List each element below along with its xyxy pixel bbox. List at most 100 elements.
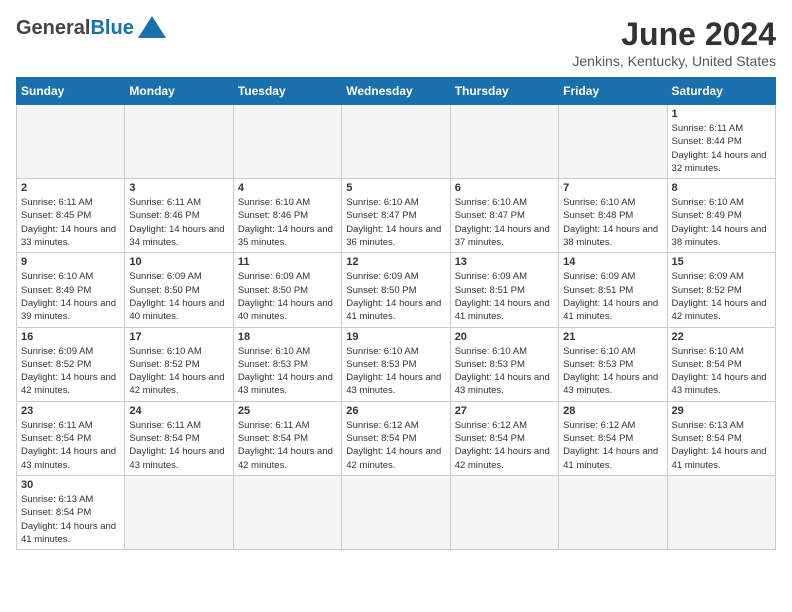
- calendar-cell: 5Sunrise: 6:10 AM Sunset: 8:47 PM Daylig…: [342, 179, 450, 253]
- day-info: Sunrise: 6:10 AM Sunset: 8:49 PM Dayligh…: [21, 270, 120, 323]
- calendar-table: Sunday Monday Tuesday Wednesday Thursday…: [16, 77, 776, 550]
- day-number: 25: [238, 405, 337, 417]
- calendar-cell: 8 Sunrise: 6:10 AM Sunset: 8:49 PM Daylig…: [667, 179, 775, 253]
- header-friday: Friday: [559, 78, 667, 105]
- location-title: Jenkins, Kentucky, United States: [572, 53, 776, 69]
- day-info: Sunrise: 6:12 AM Sunset: 8:54 PM Dayligh…: [455, 419, 554, 472]
- day-number: 18: [238, 331, 337, 343]
- day-number: 11: [238, 256, 337, 268]
- calendar-cell: 29 Sunrise: 6:13 AM Sunset: 8:54 PM Dayli…: [667, 401, 775, 475]
- day-info: Sunrise: 6:10 AM Sunset: 8:48 PM Dayligh…: [563, 196, 662, 249]
- calendar-cell: 15 Sunrise: 6:09 AM Sunset: 8:52 PM Dayli…: [667, 253, 775, 327]
- day-number: 27: [455, 405, 554, 417]
- day-number: 2: [21, 182, 120, 194]
- calendar-cell: 24 Sunrise: 6:11 AM Sunset: 8:54 PM Dayli…: [125, 401, 233, 475]
- calendar-cell: [233, 105, 341, 179]
- calendar-cell: 10 Sunrise: 6:09 AM Sunset: 8:50 PM Dayli…: [125, 253, 233, 327]
- day-number: 3: [129, 182, 228, 194]
- calendar-week-row: 9 Sunrise: 6:10 AM Sunset: 8:49 PM Daylig…: [17, 253, 776, 327]
- day-info: Sunrise: 6:13 AM Sunset: 8:54 PM Dayligh…: [21, 493, 120, 546]
- calendar-cell: 28 Sunrise: 6:12 AM Sunset: 8:54 PM Dayli…: [559, 401, 667, 475]
- calendar-cell: [17, 105, 125, 179]
- day-number: 24: [129, 405, 228, 417]
- day-info: Sunrise: 6:09 AM Sunset: 8:50 PM Dayligh…: [346, 270, 445, 323]
- day-info: Sunrise: 6:09 AM Sunset: 8:50 PM Dayligh…: [238, 270, 337, 323]
- day-number: 29: [672, 405, 771, 417]
- calendar-week-row: 30Sunrise: 6:13 AM Sunset: 8:54 PM Dayli…: [17, 475, 776, 549]
- day-number: 13: [455, 256, 554, 268]
- calendar-cell: [559, 475, 667, 549]
- day-info: Sunrise: 6:11 AM Sunset: 8:54 PM Dayligh…: [129, 419, 228, 472]
- day-info: Sunrise: 6:12 AM Sunset: 8:54 PM Dayligh…: [563, 419, 662, 472]
- calendar-cell: [667, 475, 775, 549]
- day-number: 16: [21, 331, 120, 343]
- calendar-cell: [342, 105, 450, 179]
- calendar-cell: 21 Sunrise: 6:10 AM Sunset: 8:53 PM Dayli…: [559, 327, 667, 401]
- day-number: 20: [455, 331, 554, 343]
- logo-icon: [138, 16, 166, 38]
- page-container: General Blue June 2024 Jenkins, Kentucky…: [16, 16, 776, 550]
- month-title: June 2024: [572, 16, 776, 53]
- day-number: 14: [563, 256, 662, 268]
- header-wednesday: Wednesday: [342, 78, 450, 105]
- header-thursday: Thursday: [450, 78, 558, 105]
- calendar-cell: [450, 105, 558, 179]
- day-info: Sunrise: 6:11 AM Sunset: 8:54 PM Dayligh…: [21, 419, 120, 472]
- day-number: 15: [672, 256, 771, 268]
- calendar-cell: 7 Sunrise: 6:10 AM Sunset: 8:48 PM Daylig…: [559, 179, 667, 253]
- day-info: Sunrise: 6:09 AM Sunset: 8:52 PM Dayligh…: [672, 270, 771, 323]
- calendar-cell: 13 Sunrise: 6:09 AM Sunset: 8:51 PM Dayli…: [450, 253, 558, 327]
- day-number: 19: [346, 331, 445, 343]
- calendar-cell: 16Sunrise: 6:09 AM Sunset: 8:52 PM Dayli…: [17, 327, 125, 401]
- calendar-cell: 17Sunrise: 6:10 AM Sunset: 8:52 PM Dayli…: [125, 327, 233, 401]
- day-number: 10: [129, 256, 228, 268]
- calendar-cell: 3Sunrise: 6:11 AM Sunset: 8:46 PM Daylig…: [125, 179, 233, 253]
- day-number: 26: [346, 405, 445, 417]
- title-area: June 2024 Jenkins, Kentucky, United Stat…: [572, 16, 776, 69]
- calendar-cell: [233, 475, 341, 549]
- day-info: Sunrise: 6:09 AM Sunset: 8:50 PM Dayligh…: [129, 270, 228, 323]
- calendar-week-row: 1Sunrise: 6:11 AM Sunset: 8:44 PM Daylig…: [17, 105, 776, 179]
- header-tuesday: Tuesday: [233, 78, 341, 105]
- calendar-cell: 9 Sunrise: 6:10 AM Sunset: 8:49 PM Daylig…: [17, 253, 125, 327]
- day-info: Sunrise: 6:10 AM Sunset: 8:49 PM Dayligh…: [672, 196, 771, 249]
- day-number: 4: [238, 182, 337, 194]
- day-number: 5: [346, 182, 445, 194]
- day-number: 22: [672, 331, 771, 343]
- calendar-cell: [450, 475, 558, 549]
- day-number: 28: [563, 405, 662, 417]
- logo-blue: Blue: [90, 17, 133, 40]
- calendar-cell: 4Sunrise: 6:10 AM Sunset: 8:46 PM Daylig…: [233, 179, 341, 253]
- day-info: Sunrise: 6:10 AM Sunset: 8:47 PM Dayligh…: [455, 196, 554, 249]
- day-info: Sunrise: 6:13 AM Sunset: 8:54 PM Dayligh…: [672, 419, 771, 472]
- day-info: Sunrise: 6:10 AM Sunset: 8:53 PM Dayligh…: [563, 345, 662, 398]
- calendar-cell: 26 Sunrise: 6:12 AM Sunset: 8:54 PM Dayli…: [342, 401, 450, 475]
- day-number: 8: [672, 182, 771, 194]
- calendar-cell: 12 Sunrise: 6:09 AM Sunset: 8:50 PM Dayli…: [342, 253, 450, 327]
- day-number: 1: [672, 108, 771, 120]
- logo-general: General: [16, 17, 90, 40]
- header: General Blue June 2024 Jenkins, Kentucky…: [16, 16, 776, 69]
- header-monday: Monday: [125, 78, 233, 105]
- calendar-cell: 11 Sunrise: 6:09 AM Sunset: 8:50 PM Dayli…: [233, 253, 341, 327]
- calendar-cell: 23 Sunrise: 6:11 AM Sunset: 8:54 PM Dayli…: [17, 401, 125, 475]
- day-info: Sunrise: 6:09 AM Sunset: 8:51 PM Dayligh…: [455, 270, 554, 323]
- day-number: 17: [129, 331, 228, 343]
- day-number: 23: [21, 405, 120, 417]
- day-info: Sunrise: 6:10 AM Sunset: 8:54 PM Dayligh…: [672, 345, 771, 398]
- weekday-header-row: Sunday Monday Tuesday Wednesday Thursday…: [17, 78, 776, 105]
- day-info: Sunrise: 6:09 AM Sunset: 8:51 PM Dayligh…: [563, 270, 662, 323]
- day-info: Sunrise: 6:12 AM Sunset: 8:54 PM Dayligh…: [346, 419, 445, 472]
- calendar-cell: 19Sunrise: 6:10 AM Sunset: 8:53 PM Dayli…: [342, 327, 450, 401]
- day-number: 7: [563, 182, 662, 194]
- calendar-cell: 30Sunrise: 6:13 AM Sunset: 8:54 PM Dayli…: [17, 475, 125, 549]
- calendar-week-row: 2Sunrise: 6:11 AM Sunset: 8:45 PM Daylig…: [17, 179, 776, 253]
- day-number: 9: [21, 256, 120, 268]
- calendar-cell: 27 Sunrise: 6:12 AM Sunset: 8:54 PM Dayli…: [450, 401, 558, 475]
- calendar-cell: 14 Sunrise: 6:09 AM Sunset: 8:51 PM Dayli…: [559, 253, 667, 327]
- header-saturday: Saturday: [667, 78, 775, 105]
- calendar-cell: 25Sunrise: 6:11 AM Sunset: 8:54 PM Dayli…: [233, 401, 341, 475]
- day-number: 21: [563, 331, 662, 343]
- day-number: 12: [346, 256, 445, 268]
- calendar-week-row: 23 Sunrise: 6:11 AM Sunset: 8:54 PM Dayli…: [17, 401, 776, 475]
